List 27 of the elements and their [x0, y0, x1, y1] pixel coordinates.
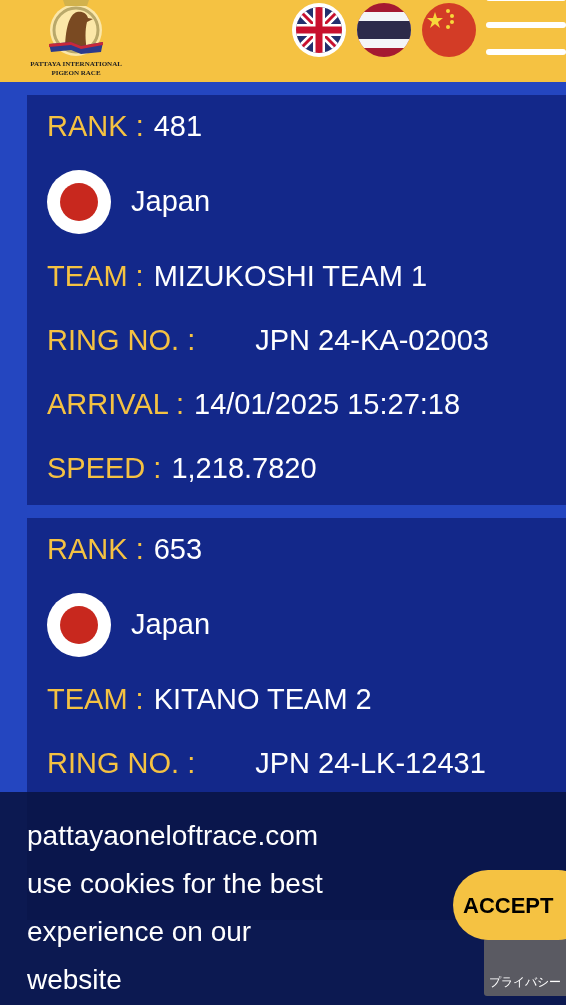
privacy-badge[interactable]: プライバシー: [484, 938, 566, 996]
field-label: RANK :: [47, 532, 144, 568]
country-name: Japan: [131, 607, 210, 643]
field-label: TEAM :: [47, 682, 144, 718]
union-flag-icon[interactable]: [292, 3, 346, 57]
star-flag-icon[interactable]: [422, 3, 476, 57]
field-label: TEAM :: [47, 259, 144, 295]
field-value: 14/01/2025 15:27:18: [194, 387, 461, 423]
field-value: 1,218.7820: [171, 451, 317, 487]
field-value: MIZUKOSHI TEAM 1: [153, 259, 428, 295]
field-label: RING NO. :: [47, 746, 196, 782]
striped-flag-icon[interactable]: [357, 3, 411, 57]
accept-button[interactable]: ACCEPT: [453, 870, 566, 940]
field-value: KITANO TEAM 2: [153, 682, 372, 718]
privacy-text: プライバシー: [489, 974, 561, 991]
round-flag-icon: [47, 593, 111, 657]
field-value: JPN 24-LK-12431: [255, 746, 486, 782]
field-label: ARRIVAL :: [47, 387, 184, 423]
country-name: Japan: [131, 184, 210, 220]
field-label: SPEED :: [47, 451, 162, 487]
field-label: RANK :: [47, 109, 144, 145]
field-label: RING NO. :: [47, 323, 196, 359]
field-value: 481: [153, 109, 203, 145]
cookie-message: pattayaoneloftrace.com use cookies for the best experience on our website: [27, 819, 324, 997]
field-value: JPN 24-KA-02003: [255, 323, 489, 359]
round-flag-icon: [47, 170, 111, 234]
field-value: 653: [153, 532, 203, 568]
